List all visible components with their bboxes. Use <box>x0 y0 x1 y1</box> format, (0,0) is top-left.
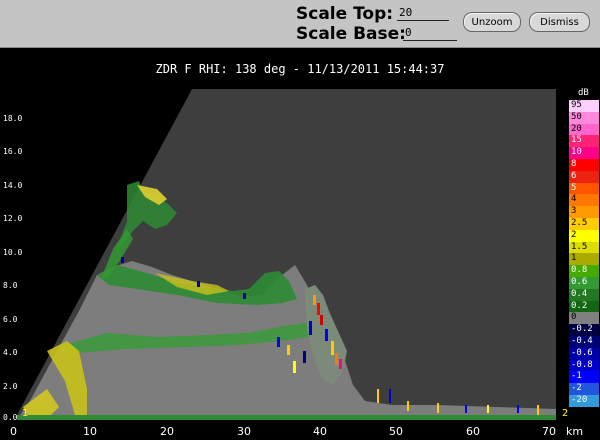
x-tick-label: 50 <box>389 425 403 438</box>
colorbar-cell: 5 <box>569 182 599 195</box>
colorbar-cell: 1.5 <box>569 241 599 254</box>
y-tick-label: 12.0 <box>3 214 23 223</box>
y-tick-label: 16.0 <box>3 147 23 156</box>
x-tick-label: 10 <box>83 425 97 438</box>
colorbar-cell: 3 <box>569 206 599 218</box>
colorbar-cell: 6 <box>569 170 599 183</box>
x-tick-label: 70 <box>542 425 556 438</box>
colorbar-cell: -0.8 <box>569 359 599 372</box>
x-tick-label: 0 <box>10 425 17 438</box>
x-tick-label: 60 <box>466 425 480 438</box>
toolbar: Scale Top: Scale Base: Unzoom Dismiss <box>0 0 600 48</box>
plot-title: ZDR F RHI: 138 deg - 11/13/2011 15:44:37 <box>155 62 445 76</box>
y-tick-label: 18.0 <box>3 114 23 123</box>
colorbar-cell: 10 <box>569 147 599 159</box>
y-tick-label: 2.0 <box>3 382 18 391</box>
colorbar-units: dB <box>578 88 589 98</box>
colorbar-cell: 1 <box>569 253 599 266</box>
colorbar-cell: 4 <box>569 194 599 207</box>
colorbar-cell: -1 <box>569 371 599 384</box>
y-tick-label: 6.0 <box>3 315 18 324</box>
corner-marker-left: 1 <box>22 408 29 419</box>
colorbar-cell: -20 <box>569 395 599 407</box>
colorbar-cell: 0.2 <box>569 300 599 313</box>
dismiss-button[interactable]: Dismiss <box>529 12 590 32</box>
colorbar-cell: 2.5 <box>569 218 599 230</box>
x-tick-label: 40 <box>313 425 327 438</box>
y-tick-label: 10.0 <box>3 248 23 257</box>
x-axis-unit: km <box>566 425 584 438</box>
y-tick-label: 4.0 <box>3 348 18 357</box>
unzoom-button[interactable]: Unzoom <box>463 12 521 32</box>
colorbar-cell: 8 <box>569 159 599 171</box>
y-tick-label: 0.0 <box>3 413 18 422</box>
x-tick-label: 20 <box>160 425 174 438</box>
y-tick-label: 8.0 <box>3 281 18 290</box>
radar-image <box>17 89 556 420</box>
colorbar-cell: 95 <box>569 100 599 112</box>
rhi-plot[interactable] <box>17 89 556 420</box>
colorbar-cell: 0.4 <box>569 288 599 301</box>
colorbar-cell: 0.8 <box>569 265 599 277</box>
scale-top-label: Scale Top: <box>296 4 394 24</box>
corner-marker-right: 2 <box>562 408 569 419</box>
colorbar-cell: -0.4 <box>569 336 599 348</box>
colorbar-cell: 0.6 <box>569 277 599 289</box>
colorbar-cell: 50 <box>569 111 599 124</box>
colorbar-cell: -2 <box>569 383 599 395</box>
scale-top-input[interactable] <box>397 5 449 21</box>
colorbar-cell: 20 <box>569 123 599 136</box>
colorbar-cell: 0 <box>569 312 599 325</box>
scale-base-input[interactable] <box>403 25 457 41</box>
x-tick-label: 30 <box>237 425 251 438</box>
colorbar-cell: 2 <box>569 229 599 242</box>
colorbar-cell: 15 <box>569 135 599 148</box>
scale-base-label: Scale Base: <box>296 24 406 44</box>
y-tick-label: 14.0 <box>3 181 23 190</box>
colorbar-cell: -0.6 <box>569 347 599 360</box>
colorbar-cell: -0.2 <box>569 324 599 336</box>
